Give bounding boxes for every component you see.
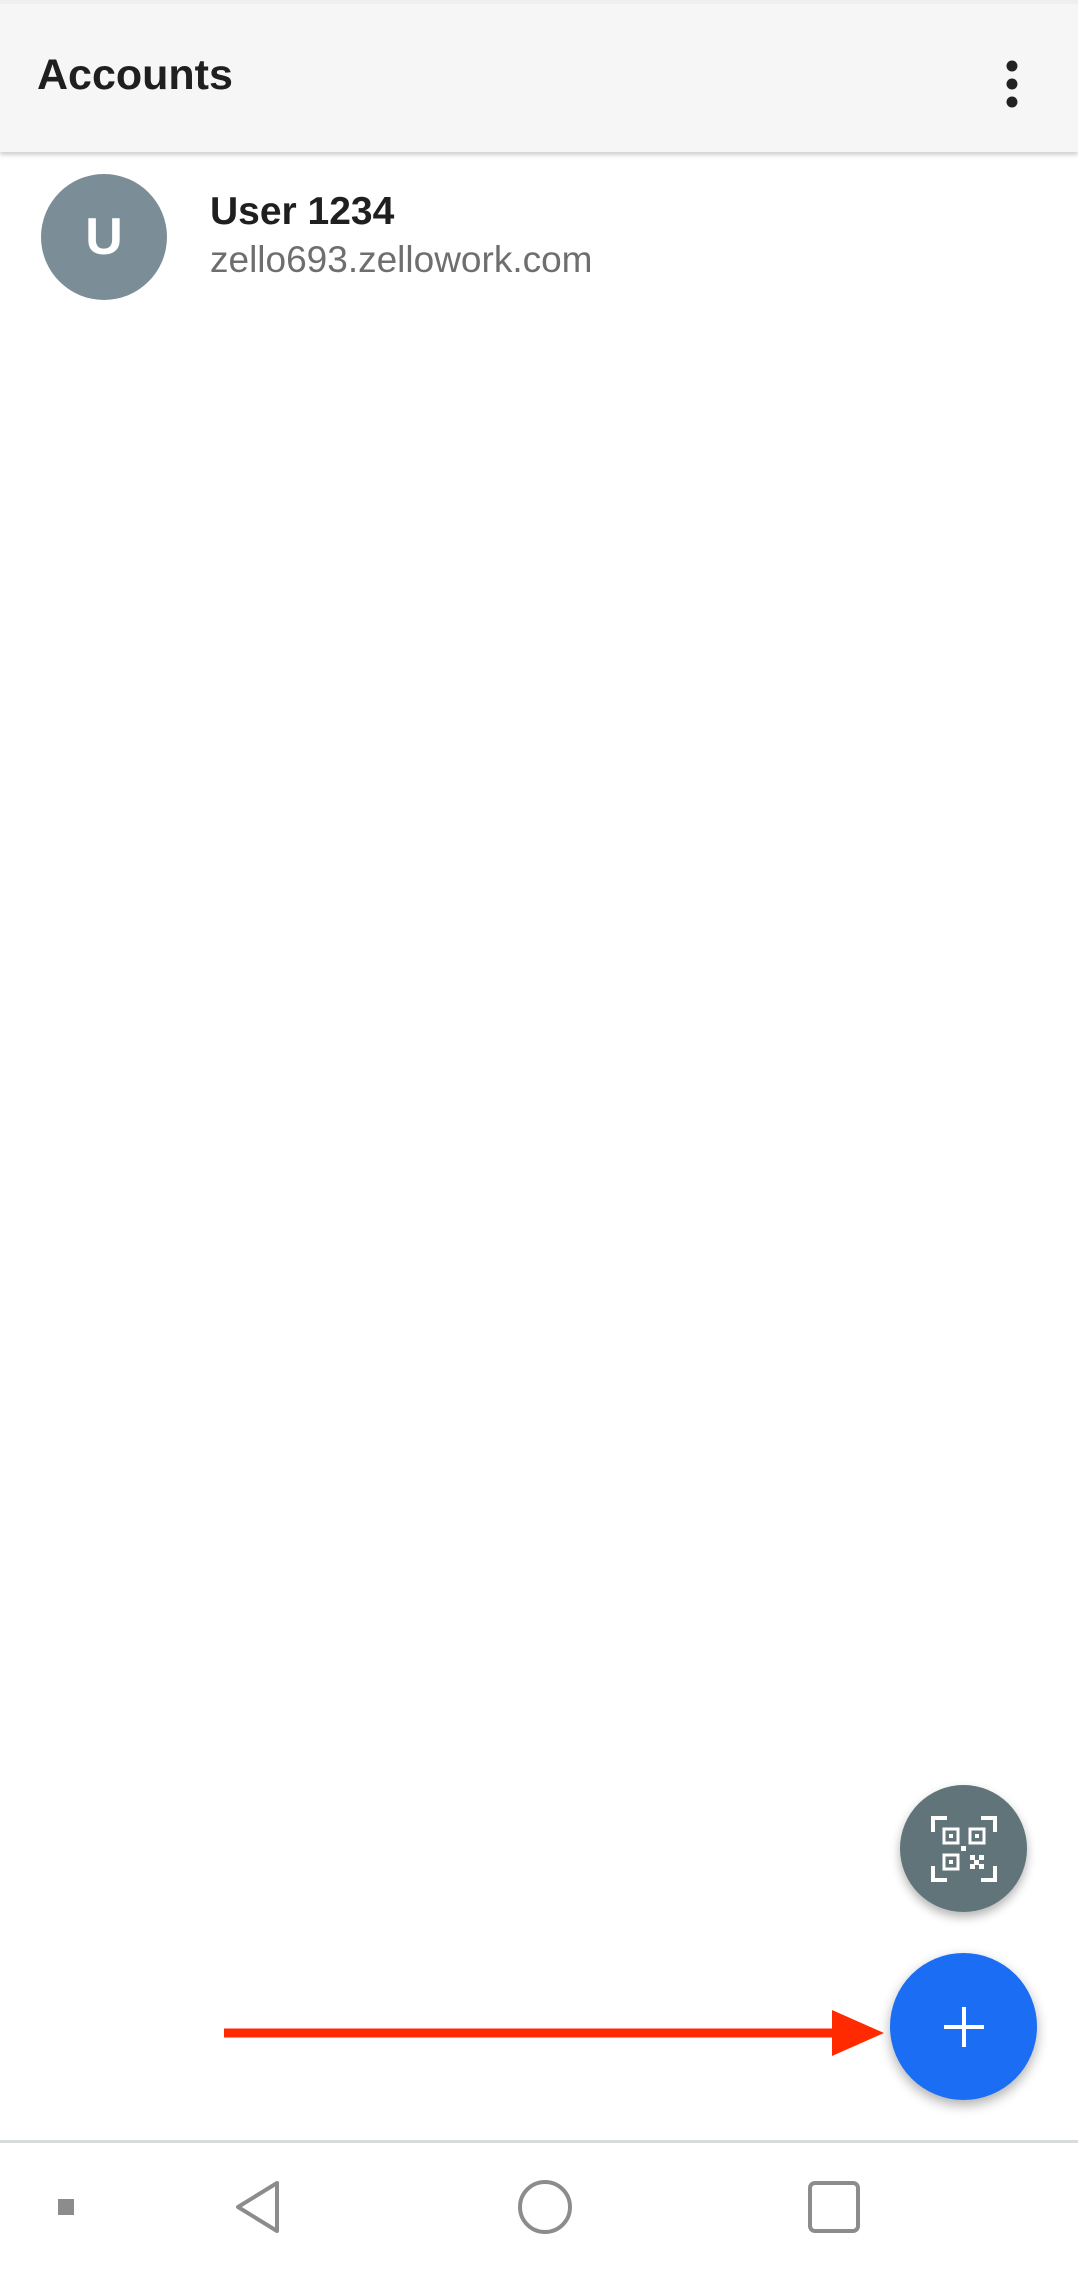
scan-qr-button[interactable] — [900, 1785, 1027, 1912]
plus-icon — [943, 2006, 984, 2047]
qr-scan-icon — [930, 1815, 997, 1882]
account-list-item[interactable]: U User 1234 zello693.zellowork.com — [0, 152, 1078, 322]
add-account-button[interactable] — [890, 1953, 1037, 2100]
overflow-menu-button[interactable] — [980, 48, 1044, 120]
more-vert-icon — [1006, 60, 1018, 108]
system-nav-bar — [0, 2143, 1078, 2270]
home-icon — [518, 2179, 572, 2234]
account-host: zello693.zellowork.com — [210, 239, 593, 280]
back-button[interactable] — [222, 2143, 292, 2270]
recents-dot-button[interactable] — [40, 2143, 92, 2270]
avatar: U — [41, 174, 167, 300]
recents-dot-icon — [58, 2198, 74, 2215]
app-bar: Accounts — [0, 0, 1078, 152]
overview-icon — [808, 2180, 860, 2233]
account-name: User 1234 — [210, 190, 395, 233]
home-button[interactable] — [505, 2143, 585, 2270]
overview-button[interactable] — [794, 2143, 874, 2270]
back-icon — [236, 2180, 279, 2233]
page-title: Accounts — [37, 51, 233, 99]
